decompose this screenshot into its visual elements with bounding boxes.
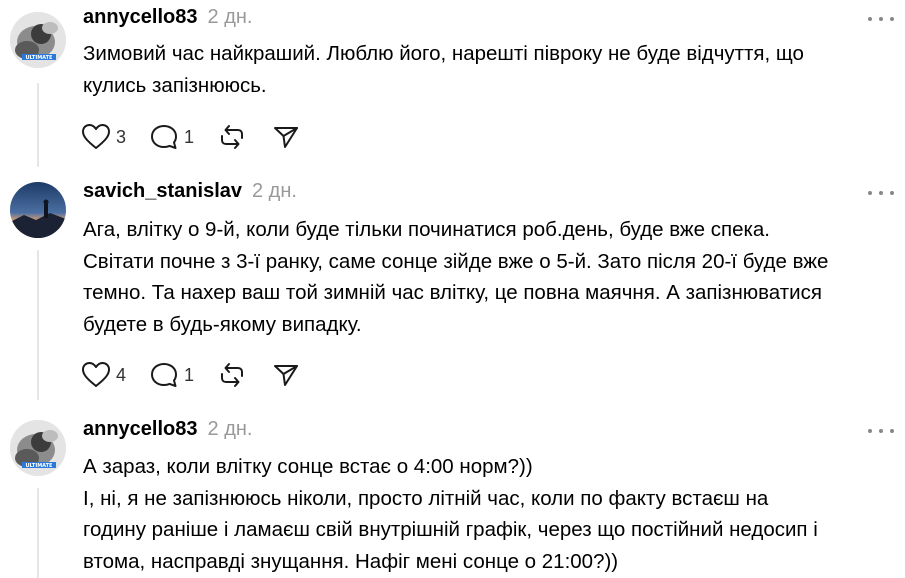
reply-count: 1 — [184, 126, 195, 147]
more-icon[interactable] — [868, 14, 894, 24]
repost-button[interactable] — [216, 122, 248, 152]
avatar-image: ULTIMATE — [10, 12, 66, 68]
username[interactable]: annycello83 — [83, 6, 198, 29]
post-text-line: Світати почне з 3-ї ранку, саме сонце зі… — [83, 249, 829, 273]
post-text-line: темно. Та нахер ваш той зимній час влітк… — [83, 281, 822, 304]
share-button[interactable] — [270, 360, 302, 390]
reply-button[interactable]: 1 — [148, 122, 194, 152]
post-header: annycello83 2 дн. — [83, 6, 252, 36]
post-text-line: будете в будь-якому випадку. — [83, 312, 362, 336]
post-text-line: А зараз, коли влітку сонце встає о 4:00 … — [83, 455, 533, 478]
post-text: Зимовий час найкраший. Люблю його, нареш… — [83, 38, 895, 101]
like-button[interactable]: 4 — [80, 360, 126, 390]
avatar-caption: ULTIMATE — [26, 463, 54, 469]
post-text-line: Зимовий час найкраший. Люблю його, нареш… — [83, 42, 804, 65]
repost-icon — [221, 125, 244, 149]
avatar[interactable] — [10, 182, 66, 238]
post-text-line: Ага, влітку о 9-й, коли буде тільки почи… — [83, 218, 771, 241]
thread-line — [37, 250, 39, 400]
avatar[interactable]: ULTIMATE — [10, 420, 66, 476]
post-text: Ага, влітку о 9-й, коли буде тільки почи… — [83, 214, 895, 340]
reply-button[interactable]: 1 — [148, 360, 194, 390]
like-count: 4 — [116, 364, 127, 385]
username[interactable]: annycello83 — [83, 418, 198, 441]
send-icon — [274, 127, 299, 148]
timestamp[interactable]: 2 дн. — [252, 180, 297, 203]
repost-icon — [221, 363, 244, 387]
like-count: 3 — [116, 126, 127, 147]
share-button[interactable] — [270, 122, 302, 152]
post-text-line: годину раніше і ламаєш свій внутрішній г… — [83, 518, 818, 541]
send-icon — [274, 365, 299, 386]
heart-icon — [82, 124, 110, 149]
repost-button[interactable] — [216, 360, 248, 390]
post-text: А зараз, коли влітку сонце встає о 4:00 … — [83, 451, 895, 577]
post-text-line: кулись запізнююсь. — [83, 73, 267, 97]
timestamp[interactable]: 2 дн. — [208, 6, 253, 29]
avatar-image: ULTIMATE — [10, 420, 66, 476]
thread-line — [37, 488, 39, 578]
avatar-image — [10, 182, 66, 238]
post-text-line: втома, насправді знущання. Нафіг мені со… — [83, 549, 619, 573]
more-icon[interactable] — [868, 188, 894, 198]
post-header: annycello83 2 дн. — [83, 418, 252, 448]
reply-count: 1 — [184, 364, 195, 385]
timestamp[interactable]: 2 дн. — [208, 418, 253, 441]
post-header: savich_stanislav 2 дн. — [83, 180, 297, 210]
comment-icon — [151, 125, 178, 149]
avatar[interactable]: ULTIMATE — [10, 12, 66, 68]
more-icon[interactable] — [868, 426, 894, 436]
post-actions: 3 1 — [80, 120, 324, 154]
post-actions: 4 1 — [80, 358, 324, 392]
like-button[interactable]: 3 — [80, 122, 126, 152]
comment-icon — [151, 363, 178, 387]
post-text-line: І, ні, я не запізнююсь ніколи, просто лі… — [83, 486, 769, 510]
avatar-caption: ULTIMATE — [26, 55, 54, 61]
heart-icon — [82, 362, 110, 387]
username[interactable]: savich_stanislav — [83, 180, 242, 203]
thread-line — [37, 83, 39, 167]
